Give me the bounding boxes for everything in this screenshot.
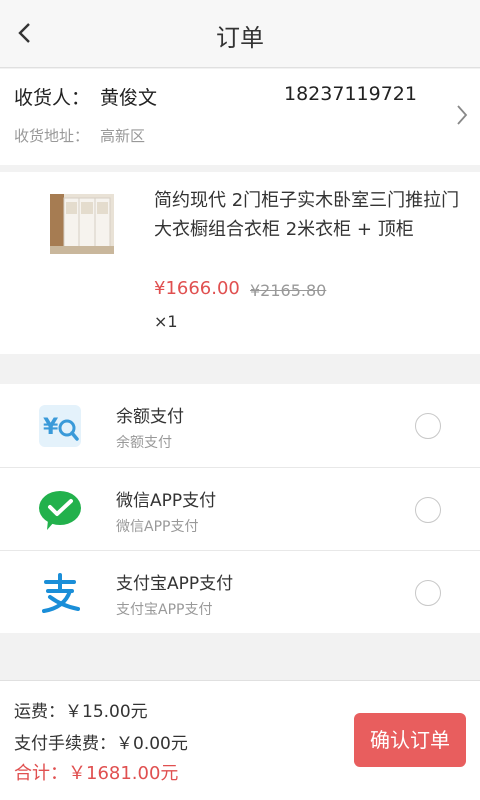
address-value: 高新区 <box>100 127 146 145</box>
payment-option-alipay[interactable]: 支付宝APP支付 支付宝APP支付 <box>0 550 480 633</box>
confirm-order-button[interactable]: 确认订单 <box>354 713 466 767</box>
product-quantity: ×1 <box>154 312 178 331</box>
product-price: ¥1666.00 <box>154 278 240 299</box>
radio-button[interactable] <box>415 497 441 523</box>
product-original-price: ¥2165.80 <box>250 281 327 300</box>
order-summary-bar: 运费：￥15.00元 支付手续费：￥0.00元 合计：￥1681.00元 确认订… <box>0 680 480 800</box>
wechat-pay-icon <box>39 491 81 530</box>
product-title: 简约现代 2门柜子实木卧室三门推拉门大衣橱组合衣柜 2米衣柜 + 顶柜 <box>154 190 460 240</box>
payment-method-list: ¥ 余额支付 余额支付 微信APP支付 微信APP支付 支付宝APP支付 支付宝… <box>0 384 480 633</box>
service-fee: 支付手续费：￥0.00元 <box>14 734 188 754</box>
order-total: 合计：￥1681.00元 <box>14 763 179 784</box>
alipay-icon <box>42 573 80 613</box>
wardrobe-product-image <box>50 194 114 254</box>
receiver-label: 收货人： <box>14 87 91 109</box>
balance-pay-icon: ¥ <box>39 405 81 447</box>
product-card[interactable]: 简约现代 2门柜子实木卧室三门推拉门大衣橱组合衣柜 2米衣柜 + 顶柜 ¥166… <box>0 172 480 354</box>
shipping-fee: 运费：￥15.00元 <box>14 702 148 722</box>
payment-option-wechat[interactable]: 微信APP支付 微信APP支付 <box>0 467 480 550</box>
radio-button[interactable] <box>415 413 441 439</box>
radio-button[interactable] <box>415 580 441 606</box>
receiver-name: 黄俊文 <box>100 87 158 109</box>
chevron-right-icon[interactable] <box>452 102 472 128</box>
payment-option-name: 余额支付 <box>116 407 184 427</box>
payment-option-balance[interactable]: ¥ 余额支付 余额支付 <box>0 384 480 467</box>
payment-option-name: 微信APP支付 <box>116 491 217 511</box>
address-label: 收货地址： <box>14 127 90 145</box>
payment-option-subtitle: 余额支付 <box>116 435 172 451</box>
payment-option-name: 支付宝APP支付 <box>116 574 234 594</box>
payment-option-subtitle: 支付宝APP支付 <box>116 602 213 618</box>
payment-option-subtitle: 微信APP支付 <box>116 519 199 535</box>
svg-text:¥: ¥ <box>43 415 59 440</box>
nav-bar: 订单 <box>0 0 480 68</box>
address-card[interactable]: 收货人： 黄俊文 18237119721 收货地址： 高新区 <box>0 69 480 165</box>
page-title: 订单 <box>216 24 264 52</box>
receiver-phone: 18237119721 <box>284 83 417 105</box>
